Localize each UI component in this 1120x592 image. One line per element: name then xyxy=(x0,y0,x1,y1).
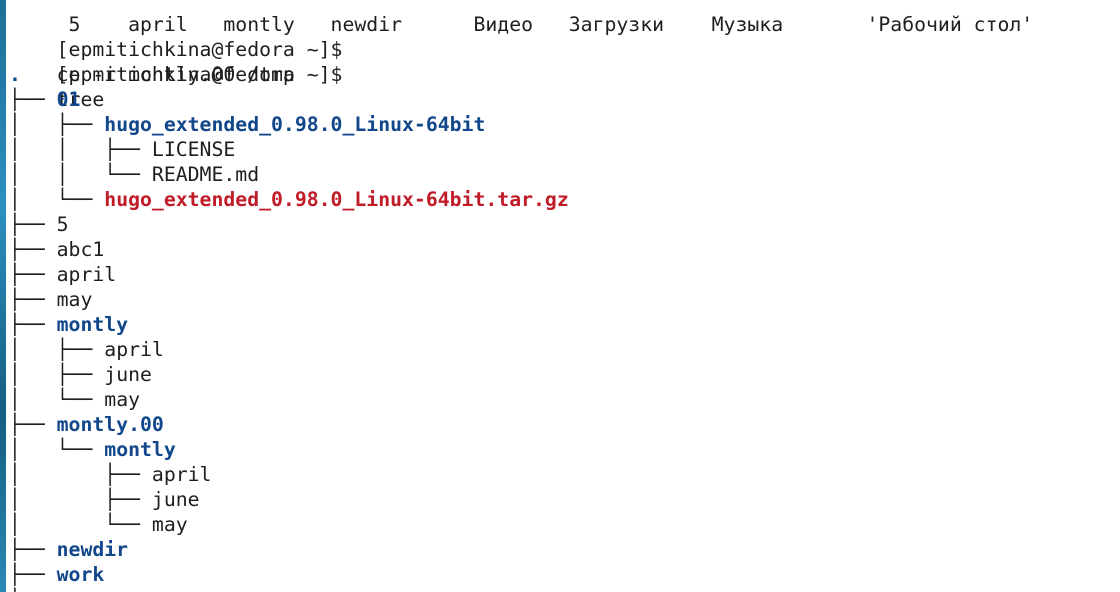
command-line: [epmitichkina@fedora ~]$ tree xyxy=(9,37,343,111)
tree-line: │ xyxy=(9,587,57,592)
tree-line: ├── newdir xyxy=(9,537,128,562)
tree-line: ├── 5 xyxy=(9,212,69,237)
tree-line: ├── 01 xyxy=(9,87,80,112)
file-name: april xyxy=(151,463,212,486)
tree-line: │ ├── april xyxy=(9,337,164,362)
tree-line: ├── montly.00 xyxy=(9,412,164,437)
tree-branch: │ └── xyxy=(9,513,152,536)
tree-branch: ├── xyxy=(9,313,57,336)
tree-branch: │ └── xyxy=(9,388,105,411)
tree-line: ├── work xyxy=(9,562,104,587)
tree-line: │ ├── june xyxy=(9,487,200,512)
file-name: june xyxy=(151,488,200,511)
directory-name: newdir xyxy=(56,538,129,561)
tree-branch: │ ├── xyxy=(9,463,152,486)
file-name: may xyxy=(104,388,141,411)
tree-branch: │ └── xyxy=(9,438,105,461)
tree-line: │ └── may xyxy=(9,387,140,412)
tree-branch: ├── xyxy=(9,238,57,261)
tree-line: │ ├── hugo_extended_0.98.0_Linux-64bit xyxy=(9,112,485,137)
tree-line: │ ├── april xyxy=(9,462,211,487)
tree-branch: │ │ ├── xyxy=(9,138,152,161)
file-name: june xyxy=(104,363,152,386)
directory-name: montly.00 xyxy=(56,413,164,436)
terminal-output[interactable]: 5 april montly newdir Видео Загрузки Муз… xyxy=(6,0,1120,592)
tree-line: │ └── may xyxy=(9,512,188,537)
tree-line: │ └── hugo_extended_0.98.0_Linux-64bit.t… xyxy=(9,187,569,212)
directory-name: montly xyxy=(104,438,176,461)
tree-branch: ├── xyxy=(9,213,57,236)
tree-line: ├── may xyxy=(9,287,92,312)
file-name: LICENSE xyxy=(151,138,236,161)
tree-branch: │ ├── xyxy=(9,363,105,386)
tree-branch: ├── xyxy=(9,288,57,311)
tree-branch: ├── xyxy=(9,563,57,586)
ls-output-line: 5 april montly newdir Видео Загрузки Муз… xyxy=(9,0,1034,36)
shell-prompt: [epmitichkina@fedora ~]$ xyxy=(56,63,343,86)
tree-branch: ├── xyxy=(9,413,57,436)
file-name: README.md xyxy=(151,163,260,186)
tree-line: │ └── montly xyxy=(9,437,176,462)
tree-branch: ├── xyxy=(9,538,57,561)
directory-name: montly xyxy=(56,313,129,336)
tree-branch: │ │ └── xyxy=(9,163,152,186)
archive-file-name: hugo_extended_0.98.0_Linux-64bit.tar.gz xyxy=(104,188,569,211)
file-name: april xyxy=(56,263,117,286)
directory-name: . xyxy=(9,63,21,86)
tree-line: │ │ └── README.md xyxy=(9,162,259,187)
tree-branch: ├── xyxy=(9,88,57,111)
command-line: [epmitichkina@fedora ~]$ cp -r montly.00… xyxy=(9,12,343,86)
tree-line: │ ├── june xyxy=(9,362,152,387)
tree-line: ├── april xyxy=(9,262,116,287)
file-name: may xyxy=(151,513,188,536)
file-name: abc1 xyxy=(56,238,105,261)
directory-name: hugo_extended_0.98.0_Linux-64bit xyxy=(104,113,486,136)
file-name: may xyxy=(56,288,93,311)
file-name: april xyxy=(104,338,164,361)
tree-line: ├── abc1 xyxy=(9,237,104,262)
tree-line: . xyxy=(9,62,21,87)
tree-line: ├── montly xyxy=(9,312,128,337)
tree-branch: │ xyxy=(9,588,57,592)
tree-branch: │ ├── xyxy=(9,488,152,511)
tree-branch: │ ├── xyxy=(9,113,105,136)
directory-name: 01 xyxy=(56,88,81,111)
tree-branch: │ └── xyxy=(9,188,105,211)
tree-branch: ├── xyxy=(9,263,57,286)
tree-line: │ │ ├── LICENSE xyxy=(9,137,235,162)
directory-name: work xyxy=(56,563,105,586)
tree-branch: │ ├── xyxy=(9,338,105,361)
file-name: 5 xyxy=(56,213,69,236)
